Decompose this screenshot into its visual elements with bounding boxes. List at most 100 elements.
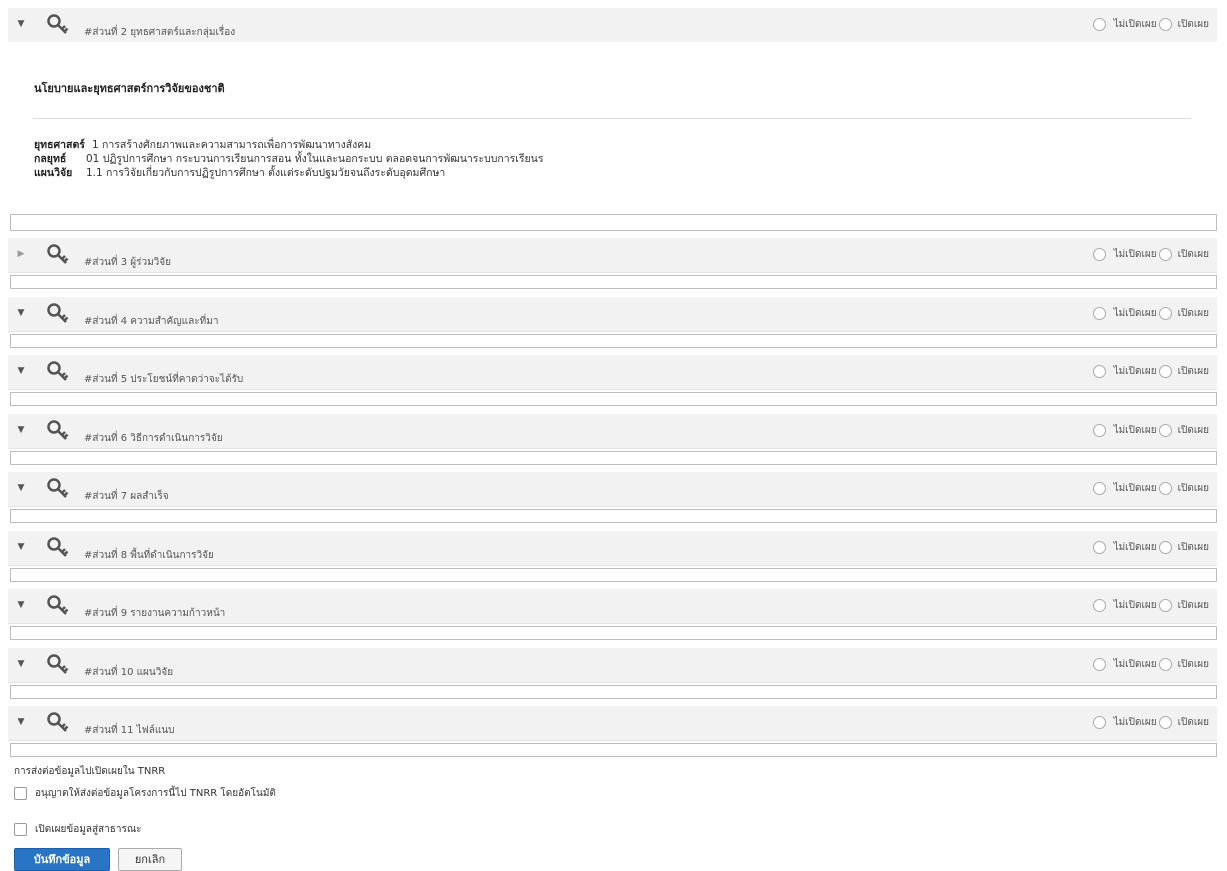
- section-header[interactable]: ▶ #ส่วนที่ 3 ผู้ร่วมวิจัย ไม่เปิดเผย เปิดเผ…: [8, 238, 1217, 273]
- public-checkbox-row: เปิดเผยข้อมูลสู่สาธารณะ: [14, 822, 142, 837]
- section-header[interactable]: ▼ #ส่วนที่ 8 พื้นที่ดำเนินการวิจัย ไม่เปิด…: [8, 531, 1217, 566]
- chevron-down-icon[interactable]: ▼: [14, 657, 28, 671]
- radio-public[interactable]: [1158, 424, 1172, 437]
- section-bar: [10, 392, 1217, 406]
- footer: การส่งต่อข้อมูลไปเปิดเผยใน TNRR อนุญาตให…: [14, 764, 276, 871]
- chevron-down-icon[interactable]: ▼: [14, 540, 28, 554]
- key-icon: [47, 303, 69, 323]
- radio-private-label: ไม่เปิดเผย: [1113, 19, 1157, 30]
- chevron-down-icon[interactable]: ▼: [14, 306, 28, 320]
- tnrr-checkbox[interactable]: [14, 787, 27, 800]
- research-plan-row: แผนวิจัย 1.1 การวิจัยเกี่ยวกับการปฏิรูปกา…: [34, 164, 445, 181]
- visibility-options: ไม่เปิดเผย เปิดเผย: [1089, 247, 1209, 262]
- chevron-down-icon[interactable]: ▼: [14, 598, 28, 612]
- key-icon: [47, 712, 69, 732]
- key-icon: [47, 361, 69, 381]
- section-title: #ส่วนที่ 11 ไฟล์แนบ: [84, 725, 175, 736]
- tnrr-checkbox-label: อนุญาตให้ส่งต่อข้อมูลโครงการนี้ไป TNRR โ…: [35, 788, 276, 799]
- section-title: #ส่วนที่ 2 ยุทธศาสตร์และกลุ่มเรื่อง: [84, 27, 236, 38]
- visibility-options: ไม่เปิดเผย เปิดเผย: [1089, 481, 1209, 496]
- visibility-options: ไม่เปิดเผย เปิดเผย: [1089, 364, 1209, 379]
- section-title: #ส่วนที่ 9 รายงานความก้าวหน้า: [84, 608, 226, 619]
- tnrr-checkbox-row: อนุญาตให้ส่งต่อข้อมูลโครงการนี้ไป TNRR โ…: [14, 786, 276, 801]
- radio-public[interactable]: [1158, 658, 1172, 671]
- radio-private-label: ไม่เปิดเผย: [1113, 542, 1157, 553]
- radio-public[interactable]: [1158, 541, 1172, 554]
- section-header[interactable]: ▼ #ส่วนที่ 11 ไฟล์แนบ ไม่เปิดเผย เปิดเผย: [8, 706, 1217, 741]
- radio-private-label: ไม่เปิดเผย: [1113, 483, 1157, 494]
- radio-private[interactable]: [1092, 424, 1106, 437]
- radio-public-label: เปิดเผย: [1177, 19, 1209, 30]
- key-icon: [47, 654, 69, 674]
- section-header[interactable]: ▼ #ส่วนที่ 7 ผลสำเร็จ ไม่เปิดเผย เปิดเผย: [8, 472, 1217, 507]
- radio-private[interactable]: [1092, 658, 1106, 671]
- radio-public-label: เปิดเผย: [1177, 659, 1209, 670]
- section-bar: [10, 334, 1217, 348]
- key-icon: [47, 537, 69, 557]
- visibility-options: ไม่เปิดเผย เปิดเผย: [1089, 540, 1209, 555]
- radio-private-label: ไม่เปิดเผย: [1113, 600, 1157, 611]
- radio-private[interactable]: [1092, 716, 1106, 729]
- radio-private[interactable]: [1092, 541, 1106, 554]
- radio-public[interactable]: [1158, 248, 1172, 261]
- section-title: #ส่วนที่ 3 ผู้ร่วมวิจัย: [84, 257, 172, 268]
- radio-private[interactable]: [1092, 248, 1106, 261]
- cancel-button[interactable]: ยกเลิก: [118, 848, 182, 871]
- section-bar: [10, 743, 1217, 757]
- radio-public-label: เปิดเผย: [1177, 249, 1209, 260]
- section-header[interactable]: ▼ #ส่วนที่ 2 ยุทธศาสตร์และกลุ่มเรื่อง ไม…: [8, 8, 1217, 43]
- section-bar: [10, 685, 1217, 699]
- radio-private[interactable]: [1092, 307, 1106, 320]
- section-2-content: นโยบายและยุทธศาสตร์การวิจัยของชาติ ยุทธศ…: [8, 42, 1217, 212]
- chevron-down-icon[interactable]: ▼: [14, 715, 28, 729]
- section-2: ▼ #ส่วนที่ 2 ยุทธศาสตร์และกลุ่มเรื่อง ไม…: [8, 8, 1217, 43]
- radio-public[interactable]: [1158, 599, 1172, 612]
- section-title: #ส่วนที่ 10 แผนวิจัย: [84, 667, 174, 678]
- radio-private[interactable]: [1092, 365, 1106, 378]
- chevron-down-icon[interactable]: ▼: [14, 17, 28, 31]
- section-10: ▼ #ส่วนที่ 10 แผนวิจัย ไม่เปิดเผย เปิดเผย: [8, 648, 1217, 699]
- radio-private-label: ไม่เปิดเผย: [1113, 659, 1157, 670]
- radio-public-label: เปิดเผย: [1177, 542, 1209, 553]
- radio-public[interactable]: [1158, 18, 1172, 31]
- section-header[interactable]: ▼ #ส่วนที่ 6 วิธีการดำเนินการวิจัย ไม่เปิด…: [8, 414, 1217, 449]
- section-header[interactable]: ▼ #ส่วนที่ 9 รายงานความก้าวหน้า ไม่เปิดเผย…: [8, 589, 1217, 624]
- radio-public-label: เปิดเผย: [1177, 366, 1209, 377]
- section-title: #ส่วนที่ 5 ประโยชน์ที่คาดว่าจะได้รับ: [84, 374, 244, 385]
- visibility-options: ไม่เปิดเผย เปิดเผย: [1089, 715, 1209, 730]
- chevron-down-icon[interactable]: ▼: [14, 423, 28, 437]
- research-plan-label: แผนวิจัย: [34, 167, 73, 179]
- radio-public[interactable]: [1158, 307, 1172, 320]
- section-4: ▼ #ส่วนที่ 4 ความสำคัญและที่มา ไม่เปิดเผย เ…: [8, 297, 1217, 348]
- section-bar: [10, 509, 1217, 523]
- section-header[interactable]: ▼ #ส่วนที่ 10 แผนวิจัย ไม่เปิดเผย เปิดเผย: [8, 648, 1217, 683]
- chevron-right-icon[interactable]: ▶: [14, 247, 28, 261]
- radio-public[interactable]: [1158, 482, 1172, 495]
- section-6: ▼ #ส่วนที่ 6 วิธีการดำเนินการวิจัย ไม่เปิด…: [8, 414, 1217, 465]
- radio-public-label: เปิดเผย: [1177, 483, 1209, 494]
- radio-private[interactable]: [1092, 599, 1106, 612]
- key-icon: [47, 244, 69, 264]
- section-header[interactable]: ▼ #ส่วนที่ 5 ประโยชน์ที่คาดว่าจะได้รับ ไม่…: [8, 355, 1217, 390]
- section-title: #ส่วนที่ 4 ความสำคัญและที่มา: [84, 316, 219, 327]
- section-header[interactable]: ▼ #ส่วนที่ 4 ความสำคัญและที่มา ไม่เปิดเผย เ…: [8, 297, 1217, 332]
- radio-public[interactable]: [1158, 365, 1172, 378]
- section-bar: [10, 626, 1217, 640]
- public-checkbox[interactable]: [14, 823, 27, 836]
- section-bar: [10, 451, 1217, 465]
- chevron-down-icon[interactable]: ▼: [14, 481, 28, 495]
- section-8: ▼ #ส่วนที่ 8 พื้นที่ดำเนินการวิจัย ไม่เปิด…: [8, 531, 1217, 582]
- save-button[interactable]: บันทึกข้อมูล: [14, 848, 110, 871]
- visibility-options: ไม่เปิดเผย เปิดเผย: [1089, 657, 1209, 672]
- key-icon: [47, 595, 69, 615]
- key-icon: [47, 14, 69, 34]
- section-11: ▼ #ส่วนที่ 11 ไฟล์แนบ ไม่เปิดเผย เปิดเผย: [8, 706, 1217, 757]
- chevron-down-icon[interactable]: ▼: [14, 364, 28, 378]
- radio-public-label: เปิดเผย: [1177, 600, 1209, 611]
- radio-private[interactable]: [1092, 482, 1106, 495]
- key-icon: [47, 478, 69, 498]
- radio-public[interactable]: [1158, 716, 1172, 729]
- visibility-options: ไม่เปิดเผย เปิดเผย: [1089, 17, 1209, 32]
- tnrr-heading: การส่งต่อข้อมูลไปเปิดเผยใน TNRR: [14, 766, 166, 777]
- radio-private[interactable]: [1092, 18, 1106, 31]
